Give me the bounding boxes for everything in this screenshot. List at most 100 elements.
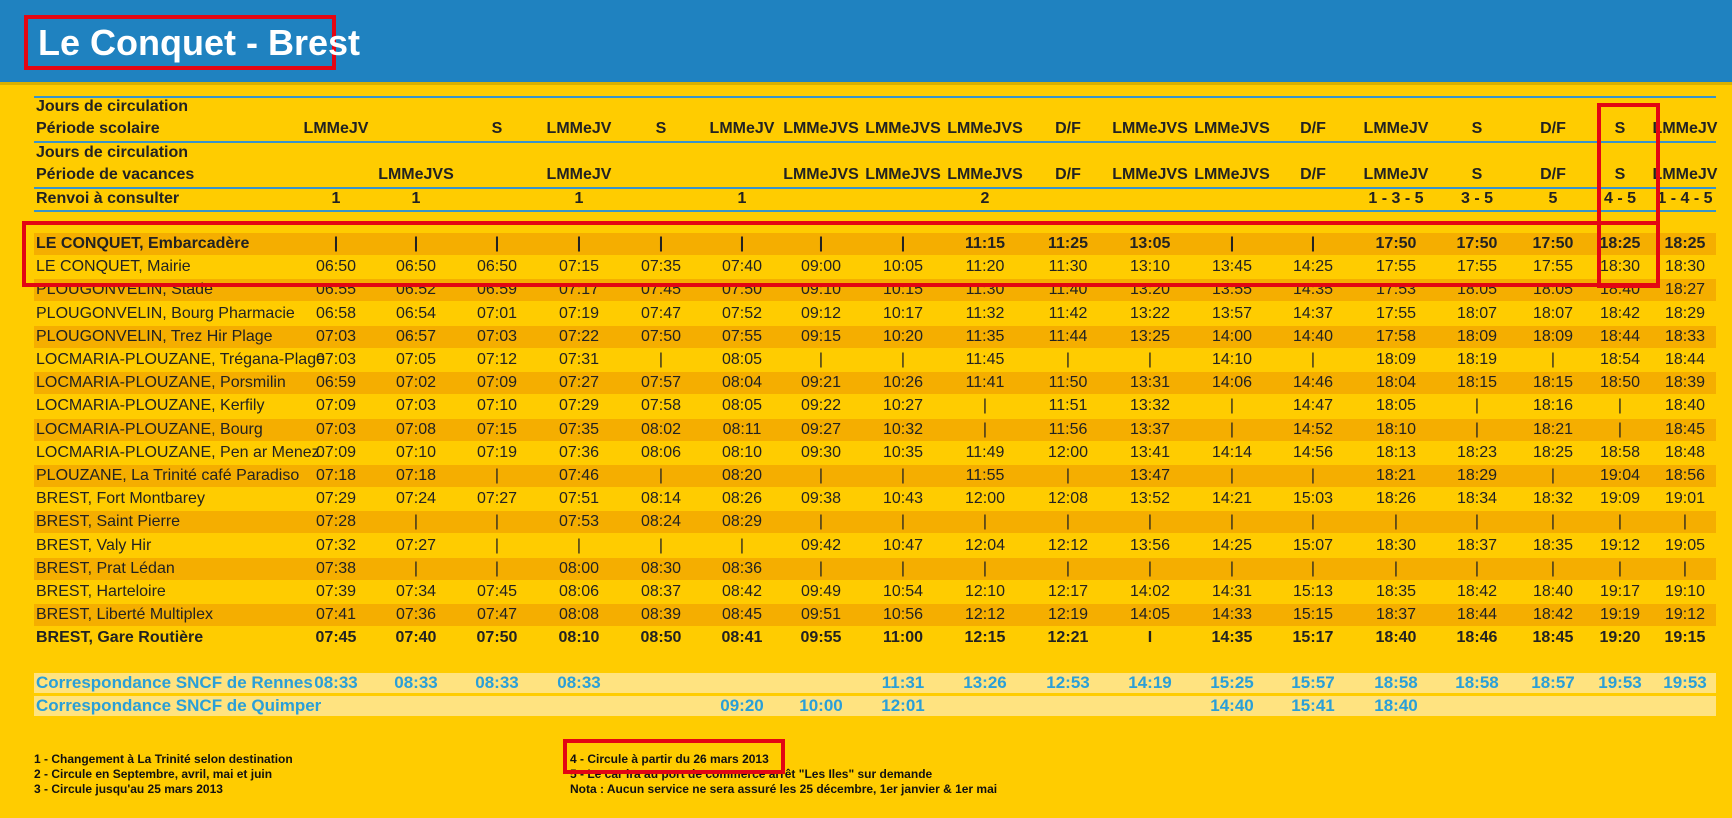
time-cell: 07:24 <box>395 490 437 507</box>
time-cell: 07:52 <box>721 305 763 322</box>
stop-name: PLOUGONVELIN, Stade <box>36 281 213 298</box>
time-cell: 13:56 <box>1129 537 1171 554</box>
time-cell: 18:42 <box>1456 583 1498 600</box>
correspondance-time: 18:58 <box>1455 673 1499 692</box>
time-cell: | <box>494 467 500 484</box>
time-cell: 11:56 <box>1048 421 1088 438</box>
time-cell: | <box>658 537 664 554</box>
time-cell: | <box>982 560 988 577</box>
time-cell: 11:32 <box>965 305 1005 322</box>
stop-name: BREST, Gare Routière <box>36 629 204 646</box>
table-rule-1 <box>34 141 1716 143</box>
trip-vacances-days: S <box>1471 166 1483 183</box>
time-cell: 07:27 <box>558 374 600 391</box>
time-cell: | <box>494 537 500 554</box>
trip-renvoi: 1 <box>574 190 584 207</box>
time-cell: 11:50 <box>1048 374 1088 391</box>
time-cell: 14:47 <box>1292 397 1334 414</box>
time-cell: 07:31 <box>558 351 600 368</box>
time-cell: I <box>1147 629 1153 646</box>
time-cell: 18:33 <box>1664 328 1706 345</box>
time-cell: | <box>1474 421 1480 438</box>
trip-vacances-days: LMMeJVS <box>783 166 859 183</box>
scolaire-label-1: Jours de circulation <box>36 98 189 115</box>
time-cell: | <box>1229 467 1235 484</box>
time-cell: | <box>1550 513 1556 530</box>
time-cell: 18:21 <box>1375 467 1417 484</box>
time-cell: 14:52 <box>1292 421 1334 438</box>
time-cell: 13:55 <box>1211 281 1253 298</box>
time-cell: 07:19 <box>476 444 518 461</box>
time-cell: | <box>739 537 745 554</box>
time-cell: 18:05 <box>1456 281 1498 298</box>
time-cell: | <box>333 235 339 252</box>
time-cell: 07:10 <box>476 397 518 414</box>
time-cell: 17:55 <box>1375 305 1417 322</box>
time-cell: | <box>818 467 824 484</box>
time-cell: | <box>1065 467 1071 484</box>
correspondance-time: 10:00 <box>799 696 843 715</box>
time-cell: 10:20 <box>882 328 924 345</box>
vacances-label-1: Jours de circulation <box>36 144 189 161</box>
time-cell: 19:01 <box>1664 490 1706 507</box>
trip-vacances-days: LMMeJVS <box>865 166 941 183</box>
trip-vacances-days: D/F <box>1300 166 1326 183</box>
time-cell: 07:50 <box>640 328 682 345</box>
time-cell: 09:10 <box>800 281 842 298</box>
stop-name: PLOUGONVELIN, Trez Hir Plage <box>36 328 273 345</box>
correspondance-time: 14:19 <box>1128 673 1172 692</box>
time-cell: 07:09 <box>315 444 357 461</box>
time-cell: | <box>900 235 906 252</box>
time-cell: 07:46 <box>558 467 600 484</box>
time-cell: 18:37 <box>1456 537 1498 554</box>
time-cell: 18:19 <box>1456 351 1498 368</box>
time-cell: 10:05 <box>882 258 924 275</box>
trip-vacances-days: LMMeJVS <box>947 166 1023 183</box>
time-cell: | <box>494 560 500 577</box>
time-cell: 11:20 <box>965 258 1005 275</box>
stop-name: BREST, Saint Pierre <box>36 513 181 530</box>
time-cell: | <box>1065 513 1071 530</box>
time-cell: 11:44 <box>1048 328 1088 345</box>
trip-renvoi: 1 - 3 - 5 <box>1368 190 1424 207</box>
time-cell: 07:34 <box>395 583 437 600</box>
time-cell: 12:12 <box>964 606 1006 623</box>
page-title: Le Conquet - Brest <box>24 15 360 70</box>
time-cell: 14:06 <box>1211 374 1253 391</box>
time-cell: | <box>494 513 500 530</box>
time-cell: 19:05 <box>1664 537 1706 554</box>
correspondance-time: 08:33 <box>475 673 519 692</box>
footnote-5: 5 - Le car ira au port de commerce arrêt… <box>570 767 933 781</box>
stop-name: LE CONQUET, Mairie <box>36 258 191 275</box>
vacances-label-2: Période de vacances <box>36 166 195 183</box>
time-cell: 18:25 <box>1532 444 1574 461</box>
time-cell: 11:41 <box>965 374 1005 391</box>
time-cell: 08:30 <box>640 560 682 577</box>
time-cell: 07:03 <box>315 328 357 345</box>
time-cell: 18:21 <box>1532 421 1574 438</box>
time-cell: 07:55 <box>721 328 763 345</box>
time-cell: 06:55 <box>315 281 357 298</box>
time-cell: 12:00 <box>1047 444 1089 461</box>
footnote-4: 4 - Circule à partir du 26 mars 2013 <box>570 752 769 766</box>
time-cell: 18:25 <box>1664 235 1706 252</box>
trip-vacances-days: LMMeJV <box>546 166 612 183</box>
title-bar: Le Conquet - Brest <box>0 0 1732 85</box>
time-cell: | <box>1550 351 1556 368</box>
time-cell: 13:31 <box>1129 374 1171 391</box>
time-cell: | <box>413 560 419 577</box>
time-cell: | <box>413 513 419 530</box>
time-cell: 15:03 <box>1292 490 1334 507</box>
stop-name: LOCMARIA-PLOUZANE, Kerfily <box>36 397 265 414</box>
time-cell: 19:09 <box>1599 490 1641 507</box>
time-cell: | <box>818 351 824 368</box>
time-cell: 14:25 <box>1292 258 1334 275</box>
trip-scolaire-days: LMMeJVS <box>1112 120 1188 137</box>
trip-vacances-days: LMMeJVS <box>1112 166 1188 183</box>
time-cell: 18:30 <box>1664 258 1706 275</box>
time-cell: | <box>494 235 500 252</box>
time-cell: 10:15 <box>882 281 924 298</box>
correspondance-time: 15:41 <box>1291 696 1335 715</box>
time-cell: 14:00 <box>1211 328 1253 345</box>
correspondance-time: 19:53 <box>1663 673 1707 692</box>
